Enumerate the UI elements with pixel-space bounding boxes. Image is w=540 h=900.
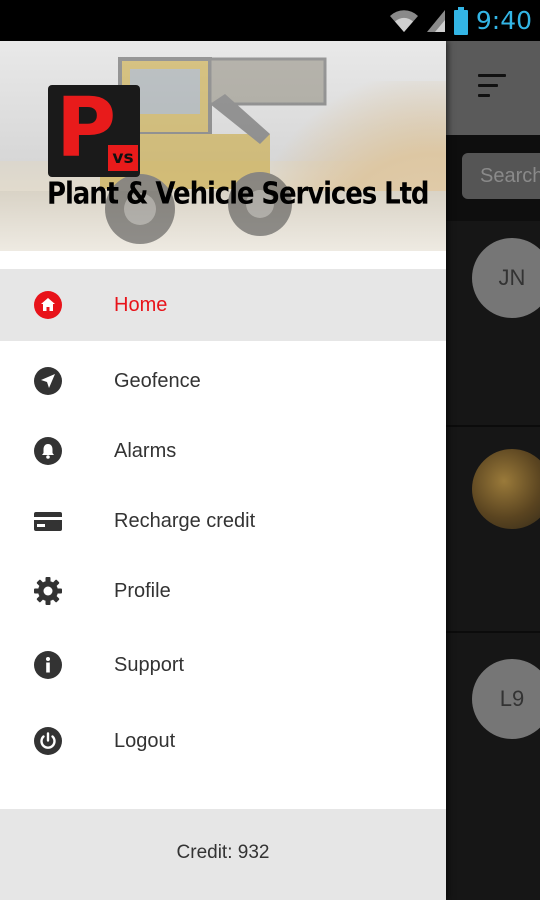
menu-label: Geofence <box>114 369 201 392</box>
status-icons: 9:40 <box>389 4 532 37</box>
cell-signal-icon <box>426 9 445 32</box>
power-icon <box>33 726 63 756</box>
wifi-icon <box>389 9 418 32</box>
company-name: Plant & Vehicle Services Ltd <box>47 177 430 212</box>
menu-item-home[interactable]: Home <box>0 269 446 341</box>
avatar: JN <box>472 238 540 318</box>
menu-label: Support <box>114 653 185 676</box>
credit-label: Credit: <box>176 842 233 863</box>
navigation-drawer: P vs Plant & Vehicle Services Ltd Home G… <box>0 41 446 900</box>
credit-card-icon <box>33 506 63 536</box>
menu-item-profile[interactable]: Profile <box>0 555 446 627</box>
home-icon <box>33 290 63 320</box>
menu-label: Alarms <box>114 439 177 462</box>
drawer-menu: Home Geofence Alarms Recharge credit Pro… <box>0 269 446 777</box>
logo-sub: vs <box>108 145 138 171</box>
status-time: 9:40 <box>475 6 532 35</box>
menu-item-alarms[interactable]: Alarms <box>0 415 446 487</box>
credit-value: 932 <box>237 842 270 863</box>
navigation-arrow-icon <box>33 366 63 396</box>
drawer-header: P vs Plant & Vehicle Services Ltd <box>0 41 446 251</box>
menu-label: Profile <box>114 579 171 602</box>
battery-icon <box>453 6 468 35</box>
search-input[interactable]: Search <box>462 153 540 199</box>
status-bar: 9:40 <box>0 0 540 41</box>
menu-label: Recharge credit <box>114 509 256 532</box>
bell-icon <box>33 436 63 466</box>
avatar: L9 <box>472 659 540 739</box>
menu-label: Home <box>114 293 168 316</box>
menu-item-logout[interactable]: Logout <box>0 705 446 777</box>
menu-item-geofence[interactable]: Geofence <box>0 345 446 417</box>
drawer-footer: Credit: 932 <box>0 809 446 900</box>
credit-display: Credit: 932 <box>0 842 446 864</box>
avatar-photo <box>472 449 540 529</box>
gear-icon <box>33 576 63 606</box>
info-icon <box>33 650 63 680</box>
company-logo: P vs <box>48 85 140 177</box>
menu-label: Logout <box>114 729 176 752</box>
menu-item-recharge-credit[interactable]: Recharge credit <box>0 485 446 557</box>
sort-menu-icon[interactable] <box>478 74 508 98</box>
menu-item-support[interactable]: Support <box>0 629 446 701</box>
